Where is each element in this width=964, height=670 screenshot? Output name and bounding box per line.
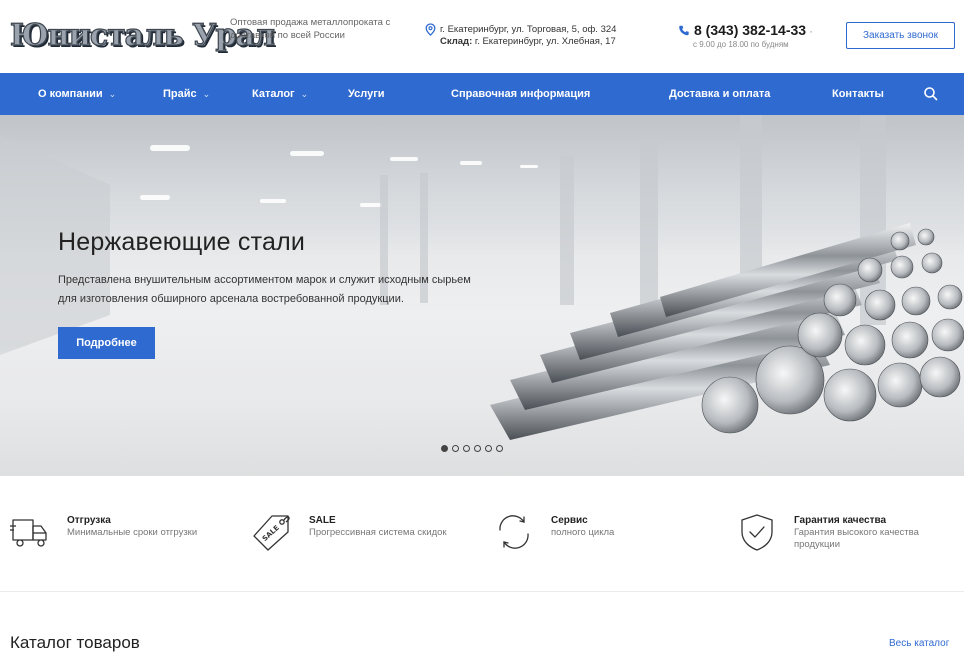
callback-button[interactable]: Заказать звонок bbox=[846, 22, 955, 49]
feature-title: Гарантия качества bbox=[794, 515, 887, 526]
nav-item-label: О компании bbox=[38, 88, 103, 100]
phone-icon bbox=[679, 25, 689, 36]
site-header: Юнисталь Урал Оптовая продажа металлопро… bbox=[0, 0, 964, 73]
shield-check-icon bbox=[741, 514, 773, 551]
slider-dot[interactable] bbox=[496, 445, 503, 452]
nav-item-label: Каталог bbox=[252, 88, 295, 100]
refresh-icon bbox=[499, 515, 529, 549]
map-pin-icon bbox=[425, 23, 436, 36]
sale-tag-icon: SALE bbox=[253, 515, 290, 551]
chevron-down-icon: ⌄ bbox=[300, 88, 309, 99]
nav-item-catalog[interactable]: Каталог ⌄ bbox=[252, 73, 308, 115]
steel-rods-image bbox=[490, 223, 964, 440]
svg-text:SALE: SALE bbox=[261, 524, 281, 543]
nav-item-label: Услуги bbox=[348, 88, 385, 100]
catalog-section-title: Каталог товаров bbox=[10, 633, 140, 652]
feature-subtitle: Прогрессивная система скидок bbox=[309, 527, 447, 538]
nav-item-label: Контакты bbox=[832, 88, 884, 100]
nav-item-services[interactable]: Услуги bbox=[348, 73, 385, 115]
truck-icon bbox=[10, 519, 47, 547]
slider-dot[interactable] bbox=[474, 445, 481, 452]
slider-pagination bbox=[441, 445, 503, 452]
nav-item-price[interactable]: Прайс ⌄ bbox=[163, 73, 210, 115]
nav-item-contacts[interactable]: Контакты bbox=[832, 73, 884, 115]
slider-dot[interactable] bbox=[485, 445, 492, 452]
hero-description: Представлена внушительным ассортиментом … bbox=[58, 274, 471, 305]
feature-subtitle: Минимальные сроки отгрузки bbox=[67, 527, 198, 538]
chevron-down-icon: ⌄ bbox=[202, 88, 211, 99]
logo[interactable]: Юнисталь Урал bbox=[9, 17, 275, 54]
feature-title: SALE bbox=[309, 515, 336, 526]
warehouse-address: г. Екатеринбург, ул. Хлебная, 17 bbox=[474, 36, 616, 47]
logo-text: Юнисталь Урал bbox=[9, 17, 275, 53]
chevron-down-icon: ⌄ bbox=[108, 88, 117, 99]
slider-dot[interactable] bbox=[441, 445, 448, 452]
office-address: г. Екатеринбург, ул. Торговая, 5, оф. 32… bbox=[440, 24, 617, 35]
work-hours: с 9.00 до 18.00 по будням bbox=[693, 40, 789, 49]
feature-subtitle: Гарантия высокого качества продукции bbox=[794, 527, 919, 550]
nav-item-reference[interactable]: Справочная информация bbox=[451, 73, 590, 115]
slider-dot[interactable] bbox=[463, 445, 470, 452]
search-icon[interactable] bbox=[922, 85, 940, 103]
nav-item-label: Справочная информация bbox=[451, 88, 591, 100]
header-tagline: Оптовая продажа металлопроката с доставк… bbox=[230, 17, 391, 41]
phone-number[interactable]: 8 (343) 382-14-33 bbox=[694, 22, 806, 38]
feature-subtitle: полного цикла bbox=[551, 527, 615, 538]
feature-title: Сервис bbox=[551, 515, 588, 526]
slider-dot[interactable] bbox=[452, 445, 459, 452]
nav-item-delivery[interactable]: Доставка и оплата bbox=[669, 73, 770, 115]
header-address: г. Екатеринбург, ул. Торговая, 5, оф. 32… bbox=[425, 23, 617, 48]
feature-title: Отгрузка bbox=[67, 515, 111, 526]
phone-dropdown-dot[interactable]: · bbox=[809, 24, 813, 38]
nav-item-about[interactable]: О компании ⌄ bbox=[38, 73, 116, 115]
nav-item-label: Доставка и оплата bbox=[669, 88, 771, 100]
main-nav: О компании ⌄ Прайс ⌄ Каталог ⌄ Услуги Справ… bbox=[0, 73, 964, 115]
phone-block: 8 (343) 382-14-33 · с 9.00 до 18.00 по бу… bbox=[678, 22, 813, 49]
warehouse-label: Склад: bbox=[440, 36, 473, 47]
hero-more-button[interactable]: Подробнее bbox=[58, 327, 155, 359]
features-row: Отгрузка Минимальные сроки отгрузки SALE… bbox=[0, 476, 964, 592]
hero-slider: Нержавеющие стали Представлена внушитель… bbox=[0, 115, 964, 476]
hero-title: Нержавеющие стали bbox=[58, 228, 306, 256]
nav-item-label: Прайс bbox=[163, 88, 197, 100]
all-catalog-link[interactable]: Весь каталог bbox=[889, 638, 949, 649]
